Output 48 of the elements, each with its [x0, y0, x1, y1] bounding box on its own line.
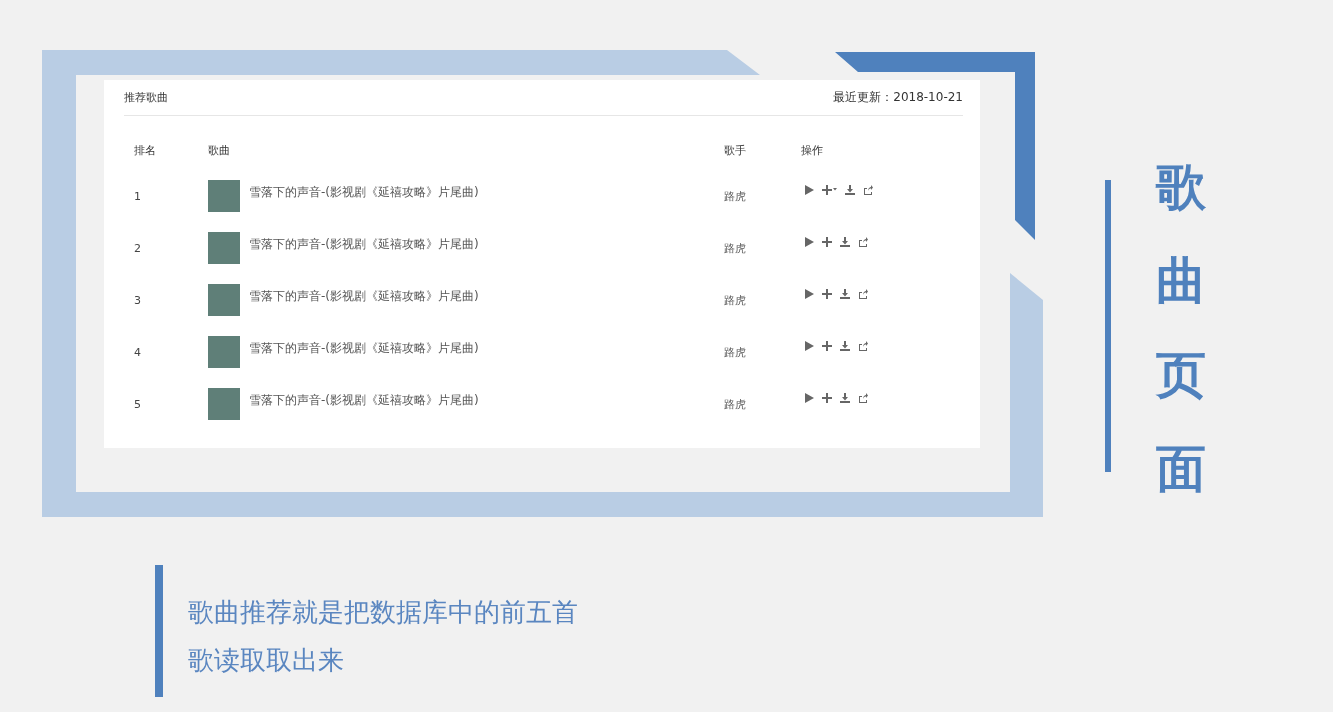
download-icon[interactable]	[845, 185, 855, 195]
share-icon[interactable]	[858, 237, 868, 247]
column-header: 操作	[801, 142, 823, 158]
download-icon[interactable]	[840, 237, 850, 247]
column-header: 歌手	[724, 142, 746, 158]
share-icon[interactable]	[858, 289, 868, 299]
song-title[interactable]: 雪落下的声音-(影视剧《延禧攻略》片尾曲)	[249, 391, 479, 409]
photo-placeholder	[208, 284, 240, 316]
page-title: 歌曲页面	[1156, 157, 1206, 500]
song-title[interactable]: 雪落下的声音-(影视剧《延禧攻略》片尾曲)	[249, 183, 479, 201]
singer-cell[interactable]: 路虎	[724, 188, 746, 204]
download-icon[interactable]	[840, 341, 850, 351]
song-title[interactable]: 雪落下的声音-(影视剧《延禧攻略》片尾曲)	[249, 339, 479, 357]
play-icon[interactable]	[805, 185, 814, 195]
photo-placeholder	[208, 336, 240, 368]
singer-cell[interactable]: 路虎	[724, 292, 746, 308]
share-icon[interactable]	[858, 393, 868, 403]
photo-placeholder	[208, 388, 240, 420]
download-icon[interactable]	[840, 393, 850, 403]
section-title: 推荐歌曲	[124, 90, 168, 105]
rank-cell: 5	[134, 397, 141, 411]
photo-placeholder	[208, 232, 240, 264]
add-icon[interactable]	[822, 289, 832, 299]
rank-cell: 3	[134, 293, 141, 307]
play-icon[interactable]	[805, 289, 814, 299]
column-header: 歌曲	[208, 142, 230, 158]
column-header: 排名	[134, 142, 156, 158]
add-icon[interactable]	[822, 237, 832, 247]
song-title[interactable]: 雪落下的声音-(影视剧《延禧攻略》片尾曲)	[249, 235, 479, 253]
share-icon[interactable]	[858, 341, 868, 351]
caption-text: 歌曲推荐就是把数据库中的前五首歌读取取出来	[188, 596, 579, 677]
add-menu-icon[interactable]	[822, 185, 837, 195]
play-icon[interactable]	[805, 341, 814, 351]
song-title[interactable]: 雪落下的声音-(影视剧《延禧攻略》片尾曲)	[249, 287, 479, 305]
play-icon[interactable]	[805, 237, 814, 247]
download-icon[interactable]	[840, 289, 850, 299]
play-icon[interactable]	[805, 393, 814, 403]
update-date: 最近更新：2018-10-21	[833, 89, 963, 106]
singer-cell[interactable]: 路虎	[724, 344, 746, 360]
rank-cell: 1	[134, 189, 141, 203]
add-icon[interactable]	[822, 393, 832, 403]
singer-cell[interactable]: 路虎	[724, 240, 746, 256]
rank-cell: 2	[134, 241, 141, 255]
share-icon[interactable]	[863, 185, 873, 195]
add-icon[interactable]	[822, 341, 832, 351]
rank-cell: 4	[134, 345, 141, 359]
singer-cell[interactable]: 路虎	[724, 396, 746, 412]
photo-placeholder	[208, 180, 240, 212]
